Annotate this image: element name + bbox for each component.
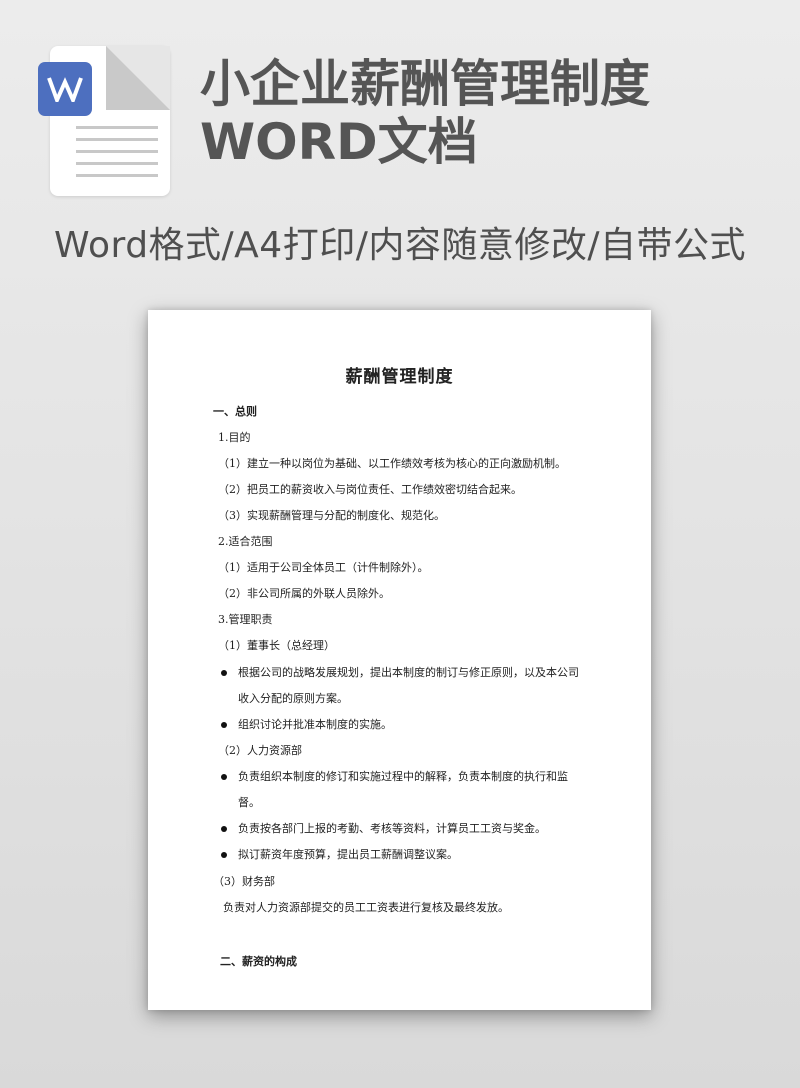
document-line: （3）财务部 [213, 875, 275, 888]
document-line: （1）适用于公司全体员工（计件制除外）。 [218, 561, 429, 574]
document-line: 3.管理职责 [218, 613, 273, 626]
banner-subtitle: Word格式/A4打印/内容随意修改/自带公式 [54, 225, 746, 266]
bullet-icon [221, 852, 227, 858]
document-line: （3）实现薪酬管理与分配的制度化、规范化。 [218, 509, 445, 522]
file-line [76, 162, 158, 165]
document-line: （2）非公司所属的外联人员除外。 [218, 587, 390, 600]
document-line: 负责组织本制度的修订和实施过程中的解释，负责本制度的执行和监 [238, 770, 568, 783]
bullet-icon [221, 774, 227, 780]
section-heading: 一、总则 [213, 405, 257, 418]
document-line: 1.目的 [218, 431, 251, 444]
bullet-icon [221, 722, 227, 728]
document-line: （1）建立一种以岗位为基础、以工作绩效考核为核心的正向激励机制。 [218, 457, 566, 470]
document-line: 2.适合范围 [218, 535, 273, 548]
banner-title-line1: 小企业薪酬管理制度 [200, 55, 650, 113]
document-line: （2）人力资源部 [218, 744, 302, 757]
document-line: 收入分配的原则方案。 [238, 692, 348, 705]
document-line: 拟订薪资年度预算，提出员工薪酬调整议案。 [238, 848, 458, 861]
document-line: 负责按各部门上报的考勤、考核等资料，计算员工工资与奖金。 [238, 822, 546, 835]
file-line [76, 174, 158, 177]
file-line [76, 150, 158, 153]
document-line: 负责对人力资源部提交的员工工资表进行复核及最终发放。 [223, 901, 509, 914]
banner-title: 小企业薪酬管理制度 WORD文档 [200, 55, 790, 171]
word-file-icon [38, 46, 170, 198]
bullet-icon [221, 670, 227, 676]
file-line [76, 138, 158, 141]
document-line: 督。 [238, 796, 260, 809]
document-title: 薪酬管理制度 [345, 367, 454, 387]
section-heading: 二、薪资的构成 [220, 955, 297, 968]
document-line: （1）董事长（总经理） [218, 639, 335, 652]
bullet-icon [221, 826, 227, 832]
document-line: 根据公司的战略发展规划，提出本制度的制订与修正原则，以及本公司 [238, 666, 579, 679]
document-line: （2）把员工的薪资收入与岗位责任、工作绩效密切结合起来。 [218, 483, 522, 496]
document-page: 薪酬管理制度 一、总则 1.目的 （1）建立一种以岗位为基础、以工作绩效考核为核心的… [148, 310, 651, 1010]
file-line [76, 126, 158, 129]
banner-title-line2: WORD文档 [200, 113, 478, 171]
file-fold [106, 46, 170, 110]
w-letter-icon [38, 62, 92, 116]
document-line: 组织讨论并批准本制度的实施。 [238, 718, 392, 731]
